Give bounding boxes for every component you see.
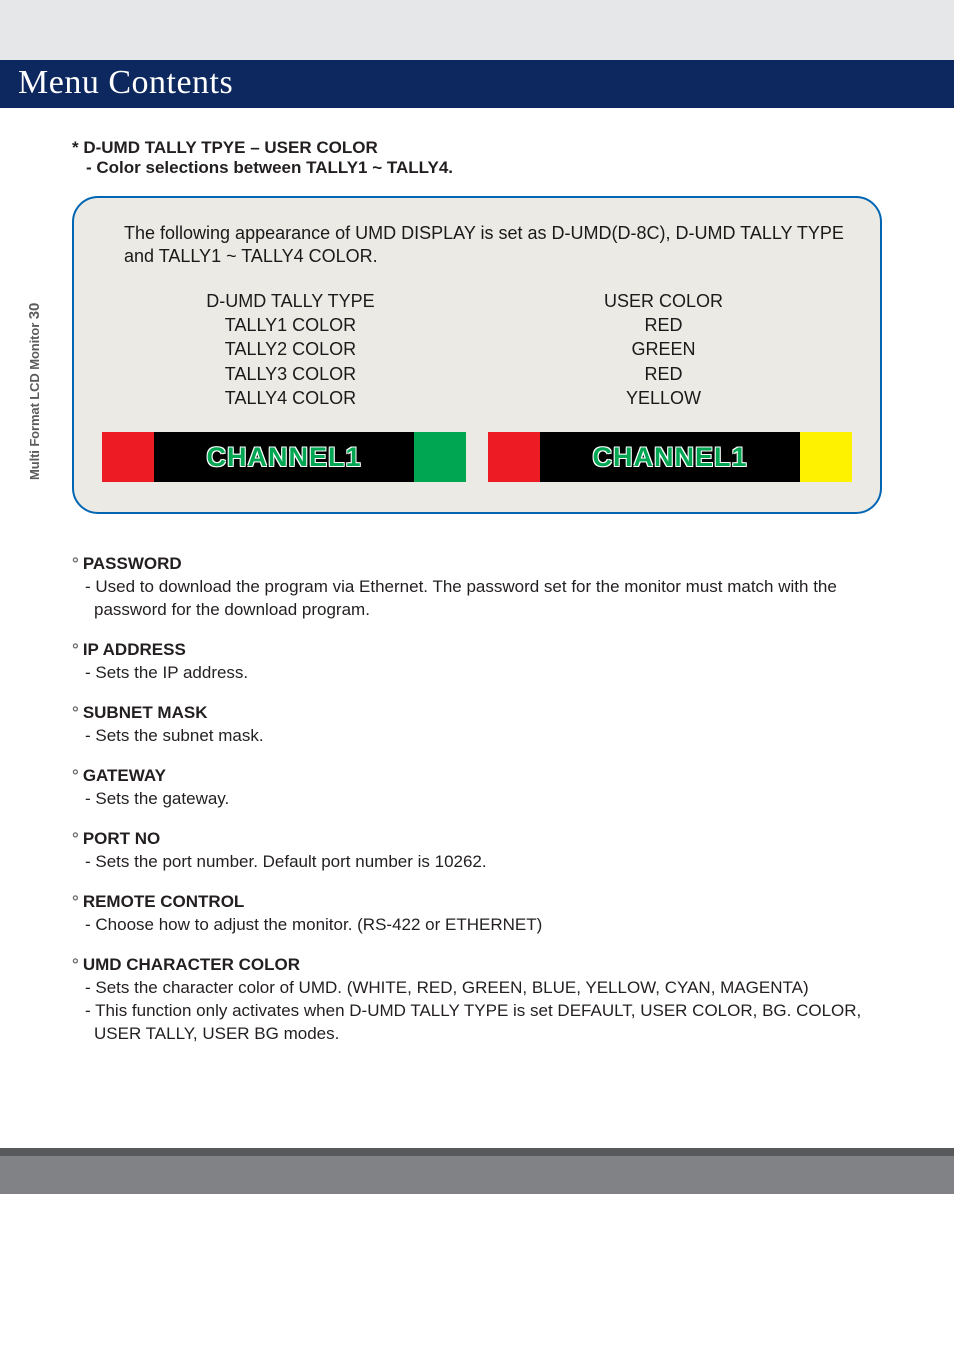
page-title-bar: Menu Contents (0, 60, 954, 108)
item-head-port: °PORT NO (72, 829, 882, 849)
umd-panel: The following appearance of UMD DISPLAY … (72, 196, 882, 514)
settings-left-col: D-UMD TALLY TYPE TALLY1 COLOR TALLY2 COL… (104, 289, 477, 410)
item-head-subnet: °SUBNET MASK (72, 703, 882, 723)
ch1-left-seg (102, 432, 154, 482)
ch2-left-seg (488, 432, 540, 482)
item-body-umdcc-0: - Sets the character color of UMD. (WHIT… (72, 977, 882, 1000)
item-ip-address: °IP ADDRESS - Sets the IP address. (72, 640, 882, 685)
head-text: UMD CHARACTER COLOR (83, 955, 300, 974)
panel-note: The following appearance of UMD DISPLAY … (124, 222, 850, 269)
channel-box-2: CHANNEL1 (488, 432, 852, 482)
item-head-gateway: °GATEWAY (72, 766, 882, 786)
item-body-umdcc-1: - This function only activates when D-UM… (72, 1000, 882, 1046)
head-text: GATEWAY (83, 766, 166, 785)
ch2-right-seg (800, 432, 852, 482)
head-text: IP ADDRESS (83, 640, 186, 659)
intro-block: * D-UMD TALLY TPYE – USER COLOR - Color … (72, 138, 882, 178)
setting-right-4: YELLOW (477, 386, 850, 410)
head-text: PASSWORD (83, 554, 182, 573)
head-text: REMOTE CONTROL (83, 892, 245, 911)
setting-left-3: TALLY3 COLOR (104, 362, 477, 386)
head-text: SUBNET MASK (83, 703, 208, 722)
setting-right-2: GREEN (477, 337, 850, 361)
item-gateway: °GATEWAY - Sets the gateway. (72, 766, 882, 811)
item-head-ip: °IP ADDRESS (72, 640, 882, 660)
setting-left-4: TALLY4 COLOR (104, 386, 477, 410)
ch1-mid: CHANNEL1 (154, 432, 414, 482)
page-content: * D-UMD TALLY TPYE – USER COLOR - Color … (0, 108, 954, 1088)
ch1-right-seg (414, 432, 466, 482)
item-subnet-mask: °SUBNET MASK - Sets the subnet mask. (72, 703, 882, 748)
side-label-page: 30 (26, 303, 43, 320)
intro-star-line: * D-UMD TALLY TPYE – USER COLOR (72, 138, 882, 158)
item-body-ip-0: - Sets the IP address. (72, 662, 882, 685)
item-password: °PASSWORD - Used to download the program… (72, 554, 882, 622)
intro-sub-line: - Color selections between TALLY1 ~ TALL… (72, 158, 882, 178)
ch2-label: CHANNEL1 (592, 442, 747, 473)
settings-row: D-UMD TALLY TYPE TALLY1 COLOR TALLY2 COL… (104, 289, 850, 410)
item-remote-control: °REMOTE CONTROL - Choose how to adjust t… (72, 892, 882, 937)
item-body-remote-0: - Choose how to adjust the monitor. (RS-… (72, 914, 882, 937)
channel-box-1: CHANNEL1 (102, 432, 466, 482)
item-umd-char-color: °UMD CHARACTER COLOR - Sets the characte… (72, 955, 882, 1046)
setting-left-2: TALLY2 COLOR (104, 337, 477, 361)
item-head-umdcc: °UMD CHARACTER COLOR (72, 955, 882, 975)
channel-row: CHANNEL1 CHANNEL1 (102, 432, 852, 482)
item-body-gateway-0: - Sets the gateway. (72, 788, 882, 811)
setting-right-3: RED (477, 362, 850, 386)
ch1-label: CHANNEL1 (206, 442, 361, 473)
footer-band (0, 1148, 954, 1194)
item-head-password: °PASSWORD (72, 554, 882, 574)
setting-right-0: USER COLOR (477, 289, 850, 313)
setting-right-1: RED (477, 313, 850, 337)
side-label-text: Multi Format LCD Monitor (27, 323, 42, 480)
item-head-remote: °REMOTE CONTROL (72, 892, 882, 912)
item-body-port-0: - Sets the port number. Default port num… (72, 851, 882, 874)
item-body-subnet-0: - Sets the subnet mask. (72, 725, 882, 748)
ch2-mid: CHANNEL1 (540, 432, 800, 482)
setting-left-1: TALLY1 COLOR (104, 313, 477, 337)
setting-left-0: D-UMD TALLY TYPE (104, 289, 477, 313)
head-text: PORT NO (83, 829, 160, 848)
item-port-no: °PORT NO - Sets the port number. Default… (72, 829, 882, 874)
side-page-label: Multi Format LCD Monitor 30 (26, 303, 43, 480)
top-strip (0, 0, 954, 60)
settings-right-col: USER COLOR RED GREEN RED YELLOW (477, 289, 850, 410)
item-body-password-0: - Used to download the program via Ether… (72, 576, 882, 622)
bottom-white-gap (0, 1088, 954, 1148)
page-title: Menu Contents (18, 64, 233, 101)
